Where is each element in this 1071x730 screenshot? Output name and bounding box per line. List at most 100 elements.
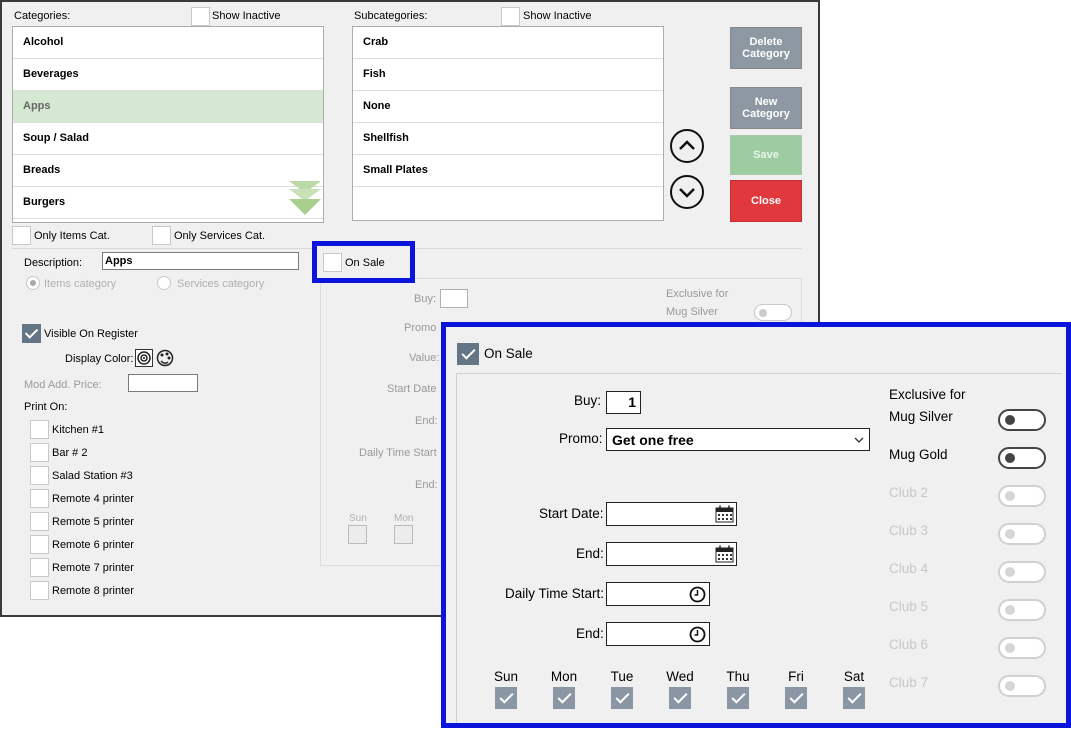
items-category-label: Items category [44, 278, 117, 290]
clock-icon[interactable] [689, 586, 706, 603]
only-services-label: Only Services Cat. [174, 230, 266, 242]
categories-list: Alcohol Beverages Apps Soup / Salad Brea… [12, 26, 324, 223]
bg-buy-input[interactable] [440, 289, 468, 308]
membership-toggle-club-7[interactable] [998, 675, 1046, 697]
chevron-down-icon [679, 188, 695, 198]
on-sale-label: On Sale [345, 257, 385, 269]
membership-label-mug-gold: Mug Gold [889, 447, 948, 462]
membership-label-club-6: Club 6 [889, 637, 929, 652]
day-checkbox-tue[interactable] [611, 687, 633, 709]
on-sale-zoom-panel: On Sale Buy: 1 Promo: Get one free Start… [441, 322, 1071, 728]
delete-category-button[interactable]: Delete Category [730, 27, 802, 69]
popup-on-sale-label: On Sale [484, 346, 533, 361]
subcategory-row[interactable]: Small Plates [353, 155, 663, 187]
category-row[interactable]: Soup / Salad [13, 123, 323, 155]
color-palette-icon[interactable] [156, 349, 174, 367]
printer-checkbox[interactable] [30, 535, 49, 554]
popup-promo-label: Promo: [559, 431, 603, 446]
visible-on-register-checkbox[interactable] [22, 324, 41, 343]
membership-label-mug-silver: Mug Silver [889, 409, 953, 424]
printer-checkbox[interactable] [30, 489, 49, 508]
categories-show-inactive-checkbox[interactable] [191, 7, 210, 26]
popup-end-date-input[interactable] [606, 542, 737, 566]
bg-sun-label: Sun [349, 513, 367, 524]
calendar-icon[interactable] [715, 545, 734, 563]
printer-checkbox[interactable] [30, 558, 49, 577]
move-up-button[interactable] [670, 129, 704, 163]
description-input[interactable]: Apps [102, 252, 299, 270]
day-checkbox-mon[interactable] [553, 687, 575, 709]
bg-sun-checkbox[interactable] [348, 525, 367, 544]
day-label-sun: Sun [493, 669, 519, 684]
membership-toggle-mug-gold[interactable] [998, 447, 1046, 469]
printer-checkbox[interactable] [30, 420, 49, 439]
subcategory-row[interactable]: Fish [353, 59, 663, 91]
category-row[interactable]: Beverages [13, 59, 323, 91]
new-category-button[interactable]: New Category [730, 87, 802, 129]
membership-toggle-club-4[interactable] [998, 561, 1046, 583]
popup-buy-input[interactable]: 1 [606, 391, 641, 414]
bg-end-label: End: [415, 415, 438, 427]
membership-toggle-club-5[interactable] [998, 599, 1046, 621]
only-services-checkbox[interactable] [152, 226, 171, 245]
membership-toggle-club-2[interactable] [998, 485, 1046, 507]
bg-mug-silver-toggle[interactable] [754, 304, 792, 321]
day-label-tue: Tue [610, 669, 634, 684]
bg-mon-checkbox[interactable] [394, 525, 413, 544]
category-row[interactable]: Burgers [13, 187, 323, 219]
printer-checkbox[interactable] [30, 512, 49, 531]
bg-start-date-label: Start Date [387, 383, 437, 395]
popup-daily-time-start-label: Daily Time Start: [505, 586, 605, 601]
membership-toggle-club-6[interactable] [998, 637, 1046, 659]
day-label-wed: Wed [666, 669, 694, 684]
membership-toggle-mug-silver[interactable] [998, 409, 1046, 431]
printer-checkbox[interactable] [30, 443, 49, 462]
categories-show-inactive-label: Show Inactive [212, 10, 281, 22]
printer-label: Remote 6 printer [52, 539, 134, 551]
day-label-fri: Fri [788, 669, 804, 684]
on-sale-checkbox[interactable] [323, 253, 342, 272]
scroll-more-icon[interactable] [289, 181, 321, 219]
calendar-icon[interactable] [715, 505, 734, 523]
category-row[interactable]: Alcohol [13, 27, 323, 59]
printer-checkbox[interactable] [30, 581, 49, 600]
only-items-checkbox[interactable] [12, 226, 31, 245]
color-target-icon[interactable] [135, 349, 153, 367]
clock-icon[interactable] [689, 626, 706, 643]
mod-add-price-input[interactable] [128, 374, 198, 392]
popup-promo-select[interactable]: Get one free [606, 428, 870, 451]
day-checkbox-sat[interactable] [843, 687, 865, 709]
subcategories-show-inactive-checkbox[interactable] [501, 7, 520, 26]
category-row-selected[interactable]: Apps [13, 91, 323, 123]
description-label: Description: [24, 257, 83, 269]
close-button[interactable]: Close [730, 180, 802, 222]
bg-mon-label: Mon [394, 513, 414, 524]
day-checkbox-fri[interactable] [785, 687, 807, 709]
day-checkbox-wed[interactable] [669, 687, 691, 709]
bg-value-label: Value: [409, 352, 440, 364]
subcategory-row[interactable]: None [353, 91, 663, 123]
printer-checkbox[interactable] [30, 466, 49, 485]
items-category-radio[interactable] [26, 276, 40, 290]
subcategory-row[interactable]: Crab [353, 27, 663, 59]
day-checkbox-sun[interactable] [495, 687, 517, 709]
popup-on-sale-checkbox[interactable] [457, 343, 479, 365]
move-down-button[interactable] [670, 175, 704, 209]
on-sale-highlight: On Sale [312, 241, 415, 283]
services-category-radio[interactable] [157, 276, 171, 290]
printer-label: Remote 5 printer [52, 516, 134, 528]
day-checkbox-thu[interactable] [727, 687, 749, 709]
print-on-label: Print On: [24, 401, 68, 413]
popup-daily-time-start-input[interactable] [606, 582, 710, 606]
mod-add-price-label: Mod Add. Price: [24, 379, 102, 391]
only-items-label: Only Items Cat. [34, 230, 110, 242]
popup-start-date-input[interactable] [606, 502, 737, 526]
category-row[interactable]: Breads [13, 155, 323, 187]
membership-toggle-club-3[interactable] [998, 523, 1046, 545]
subcategory-row[interactable]: Shellfish [353, 123, 663, 155]
save-button[interactable]: Save [730, 135, 802, 175]
membership-label-club-4: Club 4 [889, 561, 929, 576]
membership-label-club-7: Club 7 [889, 675, 929, 690]
bg-mug-silver-label: Mug Silver [666, 306, 718, 318]
popup-end-time-input[interactable] [606, 622, 710, 646]
